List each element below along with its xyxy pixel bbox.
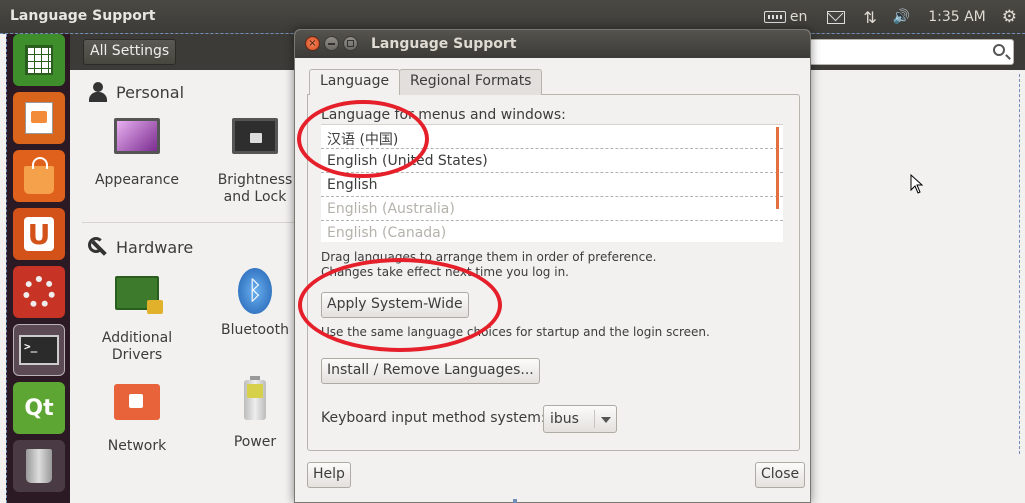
mail-indicator[interactable] [827,10,846,24]
help-button[interactable]: Help [307,462,351,488]
panel-appearance[interactable]: Appearance [77,114,197,189]
hardware-section-header: Hardware [88,237,193,257]
person-icon [88,82,108,102]
keyboard-indicator[interactable]: en [763,9,808,25]
hardware-section-title: Hardware [116,237,194,257]
language-row[interactable]: English [321,173,783,197]
ubuntu-one-icon: U [24,217,54,251]
launcher-libreoffice-calc[interactable] [13,34,65,86]
mail-icon [827,10,846,24]
mouse-pointer-icon [910,173,924,198]
install-remove-languages-button[interactable]: Install / Remove Languages... [321,358,540,384]
panel-label: Appearance [94,172,180,188]
keyboard-icon [763,11,786,23]
network-indicator[interactable]: ⇅ [863,8,876,27]
terminal-icon: >_ [19,335,59,365]
drag-hint-line: Drag languages to arrange them in order … [321,250,657,264]
brightness-lock-icon [231,118,279,166]
section-divider [82,222,307,223]
panel-network[interactable]: Network [77,376,197,455]
close-button[interactable]: Close [755,462,806,488]
launcher-system-settings[interactable] [13,266,65,318]
presentation-icon [25,102,53,134]
apply-system-wide-button[interactable]: Apply System-Wide [321,292,469,318]
network-folder-icon [113,384,161,432]
volume-icon: 🔊 [892,9,911,25]
input-method-select[interactable]: ibus [543,405,617,433]
settings-search-input[interactable] [808,39,1014,65]
language-list-scrollbar[interactable] [776,127,779,209]
tab-regional-formats[interactable]: Regional Formats [399,69,543,95]
bluetooth-icon: ᛒ [231,268,279,316]
session-menu[interactable]: ⚙ [1002,7,1017,27]
input-method-label: Keyboard input method system: [321,410,546,426]
language-list[interactable]: 汉语 (中国) English (United States) English … [321,124,783,242]
circuit-board-icon [113,276,163,324]
panel-label: Brightness and Lock [217,172,293,205]
tab-language[interactable]: Language [309,69,401,95]
gear-icon: ⚙ [1001,7,1017,27]
combo-separator [594,410,595,428]
appearance-icon [113,118,161,166]
trash-icon [26,449,52,483]
launcher-software-center[interactable] [13,150,65,202]
input-method-value: ibus [550,411,579,427]
qt-icon: Qt [24,395,54,421]
minimize-window-icon[interactable] [324,36,339,51]
wrench-icon [88,237,108,257]
battery-icon [231,376,279,428]
top-panel-title: Language Support [10,8,156,24]
launcher: U >_ Qt [6,34,70,503]
language-row[interactable]: English (Canada) [321,221,783,242]
launcher-ubuntu-one[interactable]: U [13,208,65,260]
personal-section-title: Personal [116,82,185,102]
keyboard-layout-label: en [789,9,808,25]
drag-hint: Drag languages to arrange them in order … [321,250,656,280]
close-window-icon[interactable]: × [305,36,320,51]
language-row[interactable]: English (Australia) [321,197,783,221]
dialog-title: Language Support [371,36,517,52]
language-row[interactable]: 汉语 (中国) [321,125,783,149]
search-icon [993,44,1005,56]
drag-hint-line: Changes take effect next time you log in… [321,265,569,279]
dialog-titlebar[interactable]: × Language Support [295,30,810,58]
launcher-trash[interactable] [13,440,65,492]
launcher-terminal[interactable]: >_ [13,324,65,376]
resize-handle-marker [513,499,517,503]
personal-section-header: Personal [88,82,184,102]
language-row[interactable]: English (United States) [321,149,783,173]
panel-additional-drivers[interactable]: Additional Drivers [77,268,197,364]
settings-gear-icon [23,276,55,308]
clock[interactable]: 1:35 AM [928,9,986,25]
apply-hint: Use the same language choices for startu… [321,325,710,339]
window-edge-marker [1019,74,1021,454]
maximize-window-icon[interactable] [343,36,358,51]
launcher-libreoffice-impress[interactable] [13,92,65,144]
all-settings-button[interactable]: All Settings [83,39,177,65]
panel-label: Network [107,438,167,454]
language-list-label: Language for menus and windows: [321,107,566,123]
chevron-down-icon [601,417,611,423]
language-support-dialog: × Language Support Language Regional For… [294,29,811,503]
volume-indicator[interactable]: 🔊 [893,9,910,25]
shopping-bag-icon [24,157,54,194]
spreadsheet-icon [25,45,53,75]
network-arrows-icon: ⇅ [863,7,877,27]
panel-label: Additional Drivers [101,330,173,363]
launcher-qt-creator[interactable]: Qt [13,382,65,434]
